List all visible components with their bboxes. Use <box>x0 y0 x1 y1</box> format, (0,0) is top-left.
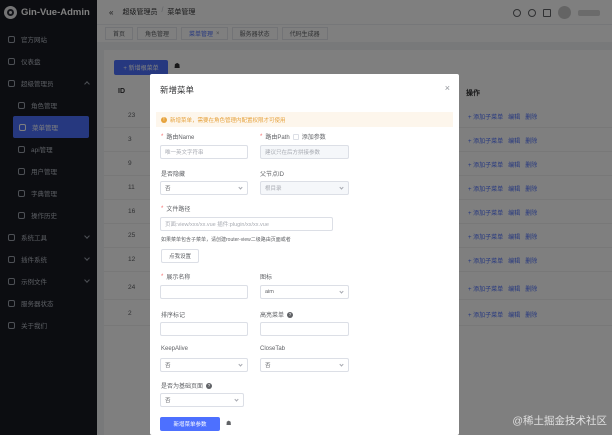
icon-select[interactable]: aim <box>260 285 349 299</box>
watermark: @稀土掘金技术社区 <box>512 415 607 427</box>
base-page-select[interactable]: 否 <box>160 393 244 407</box>
component-input[interactable]: 页面:view/xxx/xx.vue 插件:plugin/xx/xx.vue <box>160 217 333 231</box>
hidden-label: 是否隐藏 <box>161 169 185 178</box>
icon-select-value: aim <box>265 289 274 295</box>
set-component-button[interactable]: 点我设置 <box>161 249 199 263</box>
parent-id-label-text: 父节点ID <box>260 172 285 178</box>
base-page-label: 是否为基础页面? <box>161 381 213 390</box>
icon-label-text: 图标 <box>260 275 273 281</box>
icon-label: 图标 <box>260 272 272 281</box>
question-icon[interactable]: ? <box>206 382 213 389</box>
route-name-label: * 路由Name <box>161 132 195 142</box>
component-label-text: 文件路径 <box>166 207 191 213</box>
route-path-label-text: 路由Path <box>265 135 290 141</box>
active-menu-label-text: 高亮菜单 <box>260 313 285 319</box>
route-name-input[interactable]: 唯一英文字符串 <box>160 145 248 159</box>
close-tab-select-value: 否 <box>265 363 271 369</box>
sort-input[interactable] <box>160 322 248 336</box>
active-menu-input[interactable] <box>260 322 349 336</box>
question-icon[interactable]: ? <box>287 311 294 318</box>
close-tab-label-text: CloseTab <box>260 346 286 352</box>
chevron-down-icon <box>339 185 344 190</box>
component-label: * 文件路径 <box>161 204 191 214</box>
base-page-select-value: 否 <box>165 398 171 404</box>
keep-alive-label-text: KeepAlive <box>161 346 189 352</box>
required-mark: * <box>161 205 164 212</box>
close-tab-label: CloseTab <box>260 346 285 352</box>
hidden-select[interactable]: 否 <box>160 181 248 195</box>
add-menu-dialog: 新增菜单 × ! 新增菜单，需要在角色管理内配置权限才可使用 * 路由Name 唯… <box>150 74 459 435</box>
route-path-label: * 路由Path 添加参数 <box>260 132 326 141</box>
hidden-select-value: 否 <box>165 186 171 192</box>
base-page-label-text: 是否为基础页面 <box>161 384 204 390</box>
component-hint: 如果菜单包含子菜单，请创建router-view二级路由页面或者 <box>161 237 291 243</box>
add-menu-param-button[interactable]: 新增菜单参数 <box>160 417 220 431</box>
route-name-label-text: 路由Name <box>166 135 195 141</box>
warning-text: 新增菜单，需要在角色管理内配置权限才可使用 <box>170 117 286 124</box>
keep-alive-select[interactable]: 否 <box>160 358 248 372</box>
chevron-down-icon <box>339 362 344 367</box>
keep-alive-select-value: 否 <box>165 363 171 369</box>
sort-label: 排序标记 <box>161 310 185 319</box>
add-menu-param-label: 新增菜单参数 <box>173 422 207 428</box>
warning-alert: ! 新增菜单，需要在角色管理内配置权限才可使用 <box>156 112 453 127</box>
close-tab-select[interactable]: 否 <box>260 358 349 372</box>
add-param-checkbox[interactable] <box>292 133 299 140</box>
active-menu-label: 高亮菜单? <box>260 310 294 319</box>
chevron-down-icon <box>238 362 243 367</box>
chevron-down-icon <box>339 289 344 294</box>
chevron-down-icon <box>234 397 239 402</box>
display-name-label-text: 展示名称 <box>166 275 191 281</box>
dialog-title: 新增菜单 <box>160 85 195 95</box>
add-param-label: 添加参数 <box>301 135 326 141</box>
required-mark: * <box>161 273 164 280</box>
close-icon[interactable]: × <box>445 83 450 93</box>
chevron-down-icon <box>238 185 243 190</box>
hidden-label-text: 是否隐藏 <box>161 172 186 178</box>
warning-icon: ☗ <box>226 421 232 427</box>
display-name-input[interactable] <box>160 285 248 299</box>
parent-id-select-value: 根目录 <box>265 186 282 192</box>
required-mark: * <box>161 133 164 140</box>
parent-id-label: 父节点ID <box>260 169 284 178</box>
keep-alive-label: KeepAlive <box>161 346 188 352</box>
sort-label-text: 排序标记 <box>161 313 186 319</box>
parent-id-select[interactable]: 根目录 <box>260 181 349 195</box>
warning-icon: ! <box>161 116 167 123</box>
display-name-label: * 展示名称 <box>161 272 191 282</box>
required-mark: * <box>260 133 263 140</box>
route-path-input[interactable]: 建议只在后方拼接参数 <box>260 145 349 159</box>
